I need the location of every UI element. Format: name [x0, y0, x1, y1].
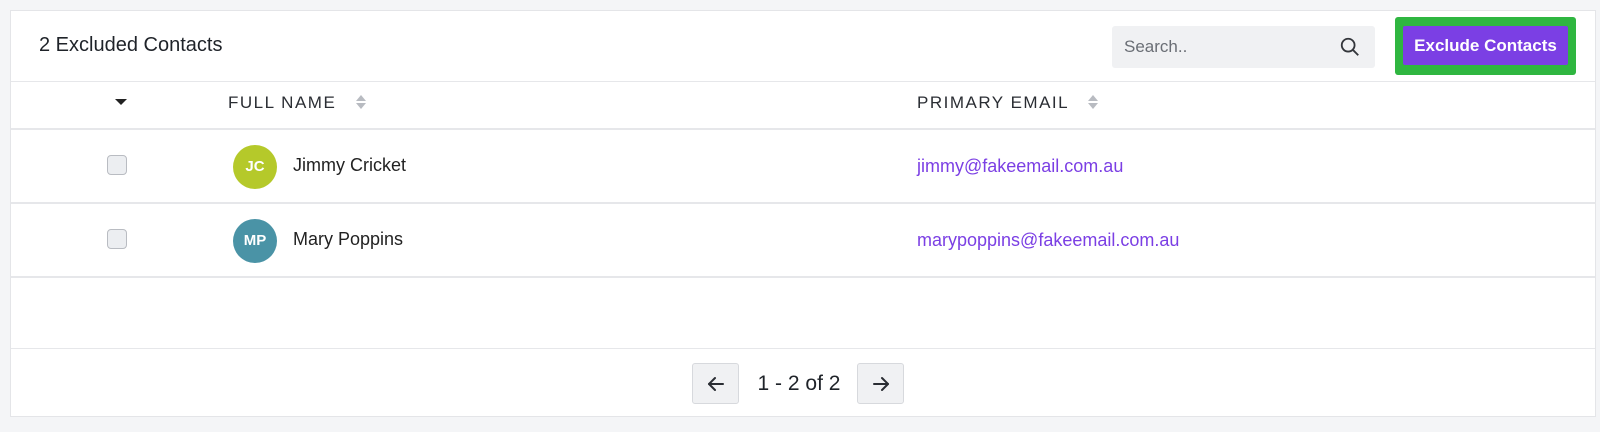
- sort-icon[interactable]: [355, 94, 367, 110]
- previous-page-button[interactable]: [692, 363, 739, 404]
- table-row: MP Mary Poppins marypoppins@fakeemail.co…: [11, 204, 1595, 278]
- search-box[interactable]: [1112, 26, 1375, 68]
- sort-icon[interactable]: [1087, 94, 1099, 110]
- column-header-primary-email[interactable]: PRIMARY EMAIL: [917, 93, 1099, 113]
- column-label: FULL NAME: [228, 93, 337, 112]
- next-page-button[interactable]: [857, 363, 904, 404]
- table-header: FULL NAME PRIMARY EMAIL: [11, 81, 1595, 130]
- pagination-bar: 1 - 2 of 2: [11, 348, 1595, 419]
- exclude-button-highlight: Exclude Contacts: [1395, 17, 1576, 75]
- arrow-right-icon: [873, 377, 889, 391]
- contact-email-link[interactable]: marypoppins@fakeemail.com.au: [917, 230, 1179, 251]
- pagination-label: 1 - 2 of 2: [757, 372, 841, 395]
- arrow-left-icon: [708, 377, 724, 391]
- contact-name: Jimmy Cricket: [293, 155, 406, 175]
- contact-name: Mary Poppins: [293, 229, 404, 249]
- row-checkbox[interactable]: [107, 229, 127, 249]
- search-icon[interactable]: [1339, 36, 1361, 58]
- page-title: 2 Excluded Contacts: [39, 34, 223, 56]
- row-checkbox[interactable]: [107, 155, 127, 175]
- panel-header: 2 Excluded Contacts Exclude Contacts: [11, 11, 1595, 82]
- column-label: PRIMARY EMAIL: [917, 93, 1069, 112]
- caret-down-icon[interactable]: [115, 99, 127, 105]
- table-row: JC Jimmy Cricket jimmy@fakeemail.com.au: [11, 130, 1595, 204]
- avatar: MP: [233, 219, 277, 263]
- contact-email-link[interactable]: jimmy@fakeemail.com.au: [917, 156, 1123, 177]
- search-input[interactable]: [1124, 26, 1334, 68]
- excluded-contacts-panel: 2 Excluded Contacts Exclude Contacts FUL…: [10, 10, 1596, 417]
- exclude-contacts-button[interactable]: Exclude Contacts: [1403, 26, 1568, 65]
- avatar: JC: [233, 145, 277, 189]
- column-header-full-name[interactable]: FULL NAME: [228, 93, 367, 113]
